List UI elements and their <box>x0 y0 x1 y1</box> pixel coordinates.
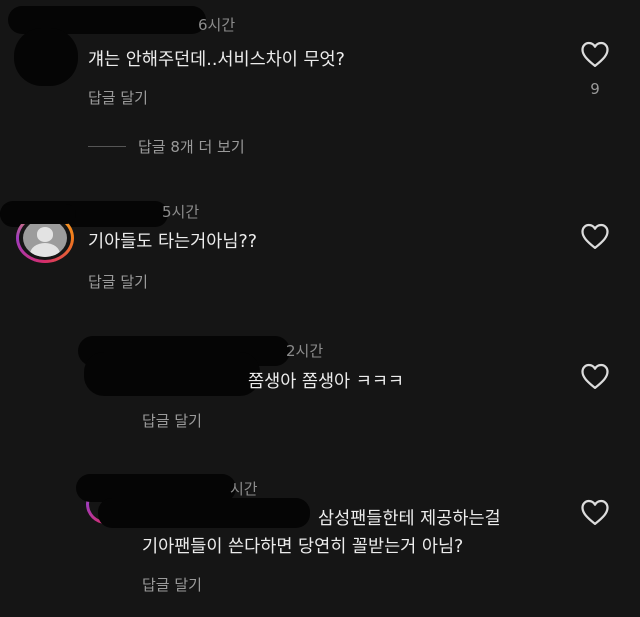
redacted-avatar <box>14 28 78 86</box>
heart-outline-icon <box>581 223 609 249</box>
comment-time: 시간 <box>230 480 258 498</box>
heart-outline-icon <box>581 363 609 389</box>
comment-time: 2시간 <box>286 342 324 360</box>
view-more-replies-button[interactable]: 답글 8개 더 보기 <box>138 136 245 157</box>
reply-button[interactable]: 답글 달기 <box>88 87 148 108</box>
redacted-avatar <box>84 352 260 396</box>
heart-outline-icon <box>581 41 609 67</box>
redacted-username-overlay <box>0 204 76 224</box>
redacted-avatar <box>98 498 310 528</box>
like-button[interactable] <box>580 40 610 68</box>
like-button[interactable] <box>580 222 610 250</box>
comment-time: 5시간 <box>162 203 200 221</box>
reply-button[interactable]: 답글 달기 <box>88 271 148 292</box>
divider-line <box>88 146 126 147</box>
heart-outline-icon <box>581 499 609 525</box>
comment-text: 걔는 안해주던데..서비스차이 무엇? <box>88 50 345 70</box>
like-button[interactable] <box>580 362 610 390</box>
comment-time: 6시간 <box>198 16 236 34</box>
reply-button[interactable]: 답글 달기 <box>142 410 202 431</box>
like-button[interactable] <box>580 498 610 526</box>
comment-text: 쫌생아 쫌생아 ㅋㅋㅋ <box>248 372 405 392</box>
comment-text-line-2: 기아팬들이 쓴다하면 당연히 꼴받는거 아님? <box>142 537 464 557</box>
comment-text: 기아들도 타는거아님?? <box>88 232 258 252</box>
like-count: 9 <box>590 80 600 98</box>
reply-button[interactable]: 답글 달기 <box>142 574 202 595</box>
default-profile-avatar-icon <box>23 219 67 257</box>
